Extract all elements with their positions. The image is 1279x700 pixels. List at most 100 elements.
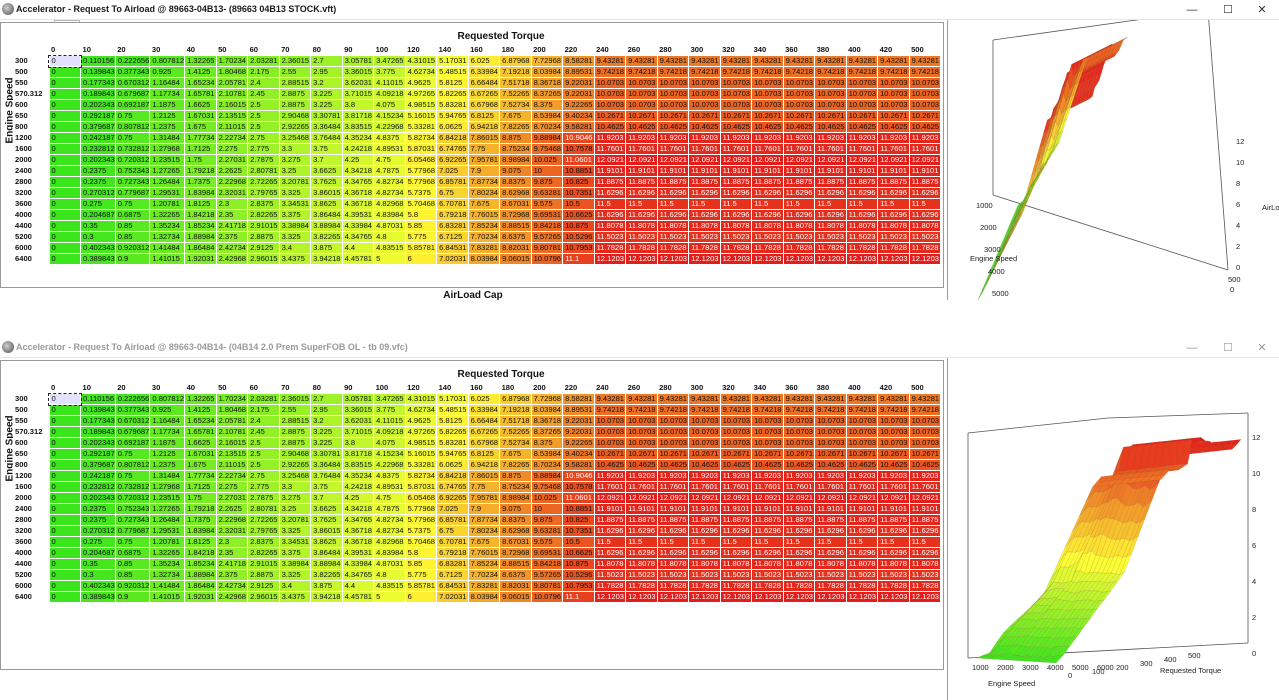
table-cell[interactable]: 11.5 bbox=[593, 198, 627, 210]
table-cell[interactable]: 2.92265 bbox=[278, 121, 312, 133]
table-cell[interactable]: 0.679687 bbox=[114, 426, 151, 438]
table-cell[interactable]: 0 bbox=[48, 88, 81, 100]
table-cell[interactable]: 0.139843 bbox=[80, 66, 116, 78]
table-cell[interactable]: 0 bbox=[48, 54, 82, 68]
table-cell[interactable]: 8.6375 bbox=[499, 231, 532, 243]
table-cell[interactable]: 4.7875 bbox=[373, 503, 406, 515]
table-cell[interactable]: 8.03984 bbox=[530, 404, 564, 416]
table-cell[interactable]: 5.48515 bbox=[436, 404, 469, 416]
table-cell[interactable]: 6.33984 bbox=[467, 404, 501, 416]
table-cell[interactable]: 11.6296 bbox=[656, 187, 690, 199]
table-cell[interactable]: 11.7601 bbox=[877, 481, 910, 493]
table-cell[interactable]: 6.84218 bbox=[436, 132, 469, 144]
table-cell[interactable]: 1.20781 bbox=[149, 536, 186, 548]
table-cell[interactable]: 6.87968 bbox=[499, 55, 532, 67]
table-cell[interactable]: 12.1203 bbox=[625, 253, 658, 265]
table-cell[interactable]: 11.7828 bbox=[814, 580, 847, 592]
table-cell[interactable]: 1.7125 bbox=[184, 481, 217, 493]
table-cell[interactable]: 4.31015 bbox=[404, 393, 438, 405]
table-cell[interactable]: 11.7828 bbox=[877, 580, 910, 592]
table-cell[interactable]: 11.7828 bbox=[845, 242, 879, 254]
table-cell[interactable]: 2.16015 bbox=[215, 437, 249, 449]
table-cell[interactable]: 4.35234 bbox=[341, 132, 375, 144]
table-cell[interactable]: 10.2671 bbox=[908, 448, 942, 460]
table-cell[interactable]: 12.0921 bbox=[782, 154, 816, 166]
table-cell[interactable]: 10 bbox=[530, 503, 564, 515]
table-cell[interactable]: 11.8078 bbox=[719, 220, 753, 232]
table-cell[interactable]: 0 bbox=[48, 253, 81, 265]
table-cell[interactable]: 1.29531 bbox=[149, 525, 186, 537]
table-cell[interactable]: 3.7625 bbox=[310, 514, 343, 526]
table-cell[interactable]: 11.9203 bbox=[751, 132, 784, 144]
table-cell[interactable]: 12.1203 bbox=[814, 253, 847, 265]
table-cell[interactable]: 0 bbox=[48, 392, 82, 406]
column-header[interactable]: 180 bbox=[499, 45, 532, 56]
table-cell[interactable]: 1.65234 bbox=[184, 415, 217, 427]
table-cell[interactable]: 7.86015 bbox=[467, 132, 501, 144]
table-cell[interactable]: 9.43281 bbox=[814, 55, 847, 67]
table-cell[interactable]: 1.26484 bbox=[149, 514, 186, 526]
table-cell[interactable]: 11.8078 bbox=[908, 220, 942, 232]
table-cell[interactable]: 0.275 bbox=[80, 198, 116, 210]
table-cell[interactable]: 8.03984 bbox=[467, 591, 501, 603]
table-cell[interactable]: 1.675 bbox=[184, 121, 217, 133]
table-cell[interactable]: 10.0703 bbox=[656, 437, 690, 449]
table-cell[interactable]: 3.8 bbox=[341, 437, 375, 449]
table-cell[interactable]: 11.8875 bbox=[656, 514, 690, 526]
table-cell[interactable]: 11.9203 bbox=[656, 470, 690, 482]
table-cell[interactable]: 10.0703 bbox=[625, 437, 658, 449]
table-cell[interactable]: 0 bbox=[48, 481, 81, 493]
table-cell[interactable]: 2.8875 bbox=[247, 569, 280, 581]
table-cell[interactable]: 11.8875 bbox=[656, 176, 690, 188]
table-cell[interactable]: 1.32265 bbox=[149, 547, 186, 559]
maximize-button[interactable]: ☐ bbox=[1215, 2, 1241, 18]
table-cell[interactable]: 1.2375 bbox=[149, 121, 186, 133]
table-cell[interactable]: 1.31484 bbox=[149, 132, 186, 144]
table-cell[interactable]: 4.45781 bbox=[341, 253, 375, 265]
table-cell[interactable]: 10.0703 bbox=[656, 77, 690, 89]
table-cell[interactable]: 11.7601 bbox=[593, 143, 627, 155]
table-cell[interactable]: 10.825 bbox=[562, 514, 595, 526]
table-cell[interactable]: 9.74218 bbox=[814, 404, 847, 416]
table-cell[interactable]: 10.4625 bbox=[814, 121, 847, 133]
table-cell[interactable]: 8.70234 bbox=[530, 459, 564, 471]
table-cell[interactable]: 0.925 bbox=[149, 404, 186, 416]
table-cell[interactable]: 11.6296 bbox=[814, 187, 847, 199]
table-cell[interactable]: 1.84218 bbox=[184, 547, 217, 559]
table-cell[interactable]: 8.82031 bbox=[499, 580, 532, 592]
table-cell[interactable]: 2.4 bbox=[247, 77, 280, 89]
table-cell[interactable]: 3.82265 bbox=[310, 569, 343, 581]
column-header[interactable]: 40 bbox=[184, 383, 217, 394]
table-cell[interactable]: 3.325 bbox=[278, 569, 312, 581]
table-cell[interactable]: 2.95 bbox=[310, 66, 343, 78]
table-cell[interactable]: 0.204687 bbox=[80, 547, 116, 559]
table-cell[interactable]: 0.692187 bbox=[114, 437, 151, 449]
table-cell[interactable]: 3.47265 bbox=[373, 55, 406, 67]
table-cell[interactable]: 8.8375 bbox=[499, 514, 532, 526]
table-cell[interactable]: 11.6296 bbox=[908, 525, 942, 537]
table-cell[interactable]: 3.71015 bbox=[341, 426, 375, 438]
table-cell[interactable]: 0 bbox=[48, 176, 81, 188]
table-cell[interactable]: 0 bbox=[48, 121, 81, 133]
table-cell[interactable]: 11.9203 bbox=[845, 470, 879, 482]
table-cell[interactable]: 0.189843 bbox=[80, 88, 116, 100]
table-cell[interactable]: 3.36015 bbox=[341, 404, 375, 416]
table-cell[interactable]: 0.202343 bbox=[80, 437, 116, 449]
table-cell[interactable]: 12.0921 bbox=[656, 154, 690, 166]
table-cell[interactable]: 10.0703 bbox=[593, 88, 627, 100]
table-cell[interactable]: 1.92031 bbox=[184, 591, 217, 603]
table-cell[interactable]: 8.53984 bbox=[530, 448, 564, 460]
table-cell[interactable]: 3.88984 bbox=[310, 220, 343, 232]
table-cell[interactable]: 5.17031 bbox=[436, 55, 469, 67]
table-cell[interactable]: 0.9 bbox=[114, 591, 151, 603]
table-cell[interactable]: 11.6296 bbox=[625, 187, 658, 199]
table-cell[interactable]: 10.825 bbox=[562, 176, 595, 188]
table-cell[interactable]: 2.175 bbox=[247, 66, 280, 78]
table-cell[interactable]: 4.82968 bbox=[373, 536, 406, 548]
table-cell[interactable]: 8.72968 bbox=[499, 547, 532, 559]
table-cell[interactable]: 4.62734 bbox=[404, 66, 438, 78]
table-cell[interactable]: 1.27265 bbox=[149, 165, 186, 177]
table-cell[interactable]: 11.8078 bbox=[877, 220, 910, 232]
table-cell[interactable]: 0.720312 bbox=[114, 154, 151, 166]
table-cell[interactable]: 6.66484 bbox=[467, 77, 501, 89]
